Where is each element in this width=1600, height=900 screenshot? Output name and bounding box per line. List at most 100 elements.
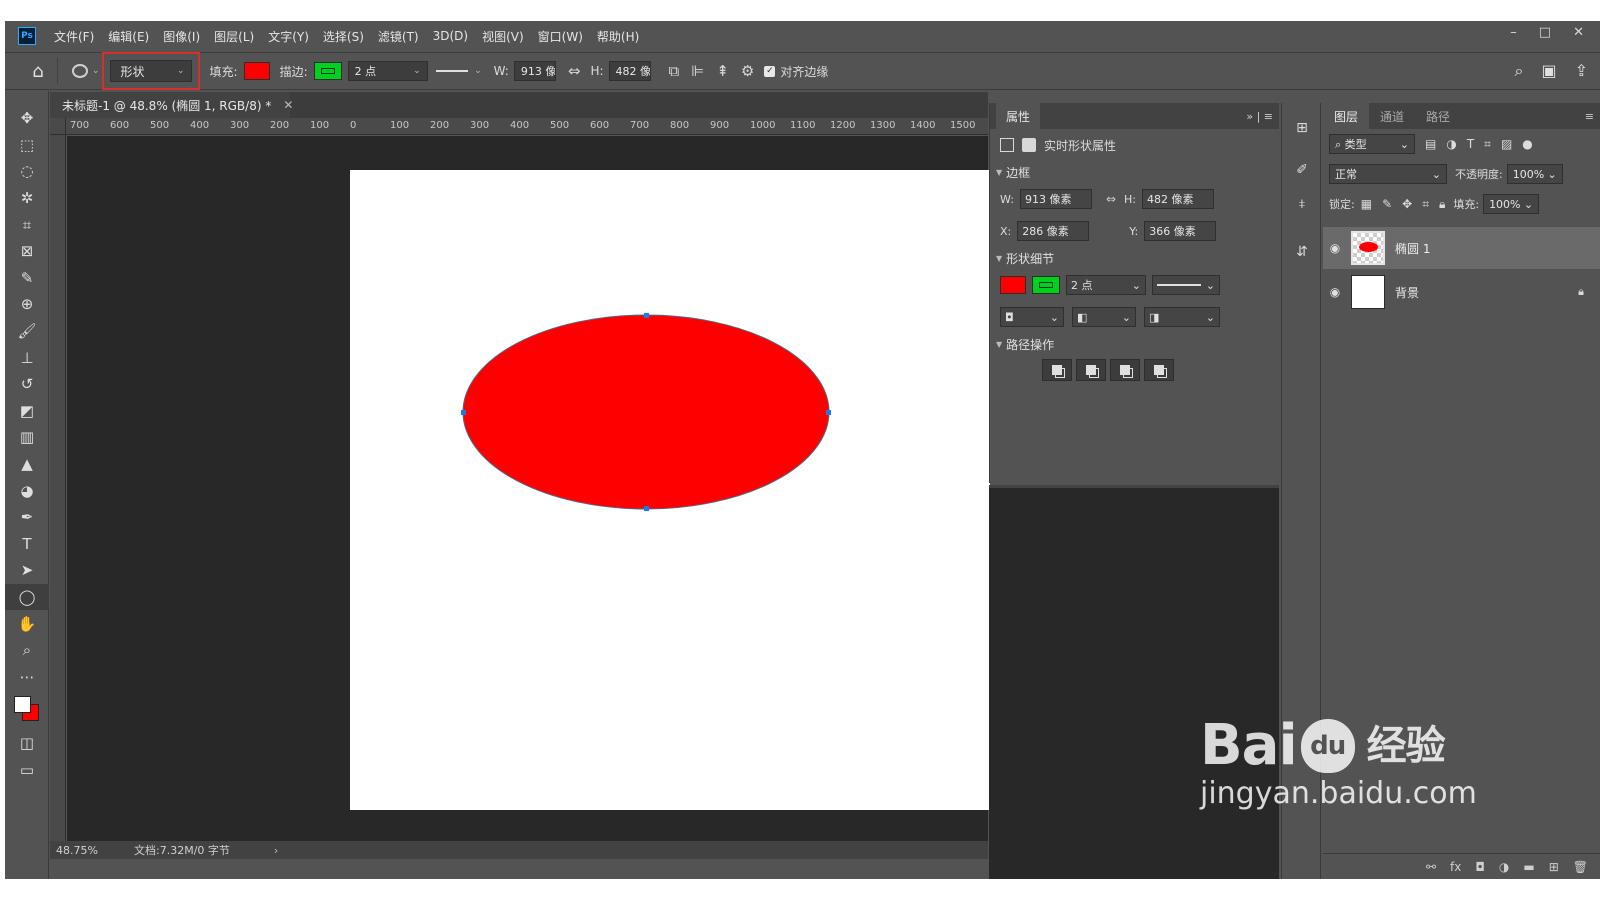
status-menu-arrow[interactable]: › [274, 844, 278, 857]
eraser-tool-icon[interactable]: ◩ [5, 398, 49, 425]
lock-all-icon[interactable]: 🔒︎ [1439, 197, 1445, 212]
menu-filter[interactable]: 滤镜(T) [378, 28, 419, 45]
menu-type[interactable]: 文字(Y) [268, 28, 309, 45]
shape-bounds-icon[interactable] [1000, 138, 1014, 152]
stroke-align-select[interactable]: ◘ ⌄ [1000, 307, 1064, 327]
menu-file[interactable]: 文件(F) [54, 28, 94, 45]
path-operations-section-header[interactable]: ▼ 路径操作 [990, 333, 1279, 355]
lock-icon[interactable]: 🔒︎ [1578, 285, 1584, 299]
close-window-button[interactable]: ✕ [1573, 25, 1584, 40]
layer-row-ellipse[interactable]: ◉ 椭圆 1 [1323, 227, 1600, 269]
minimize-button[interactable]: – [1510, 25, 1517, 40]
exclude-shapes-button[interactable] [1144, 359, 1174, 381]
close-icon[interactable]: ✕ [283, 98, 293, 112]
x-field[interactable]: 286 像素 [1017, 221, 1090, 241]
shape-stroke-swatch[interactable] [1032, 276, 1060, 294]
home-icon[interactable]: ⌂ [27, 60, 49, 82]
panel-menu-icon[interactable]: ≡ [1585, 110, 1594, 123]
shape-stroke-width-input[interactable]: 2 点 ⌄ [1066, 275, 1146, 295]
filter-adjustment-icon[interactable]: ◑ [1446, 137, 1456, 151]
ellipse-shape[interactable] [462, 314, 830, 510]
menu-help[interactable]: 帮助(H) [597, 28, 639, 45]
bounds-section-header[interactable]: ▼ 边框 [990, 161, 1279, 183]
maximize-button[interactable]: □ [1539, 25, 1551, 40]
mask-icon[interactable]: ◘ [1475, 860, 1485, 874]
tab-layers[interactable]: 图层 [1323, 103, 1370, 129]
shape-details-section-header[interactable]: ▼ 形状细节 [990, 247, 1279, 269]
path-operations-icon[interactable]: ⧉ [669, 62, 680, 80]
zoom-level[interactable]: 48.75% [50, 844, 110, 857]
filter-shape-icon[interactable]: ⌗ [1484, 137, 1491, 152]
share-icon[interactable]: ⇪ [1575, 61, 1588, 81]
tab-paths[interactable]: 路径 [1415, 103, 1461, 129]
combine-shapes-button[interactable] [1042, 359, 1072, 381]
panel-menu-icon[interactable]: » | ≡ [1246, 110, 1273, 123]
history-icon[interactable]: ⇵ [1282, 235, 1322, 269]
menu-image[interactable]: 图像(I) [163, 28, 200, 45]
shape-fill-swatch[interactable] [1000, 276, 1026, 294]
new-layer-icon[interactable]: ⊞ [1549, 860, 1559, 874]
lock-position-icon[interactable]: ✥ [1402, 197, 1412, 211]
menu-window[interactable]: 窗口(W) [538, 28, 583, 45]
align-edges-checkbox[interactable]: ✓ [764, 65, 776, 77]
width-field[interactable]: 913 像素 [1019, 189, 1092, 209]
tool-mode-select[interactable]: 形状 ⌄ [101, 52, 200, 90]
screen-mode-icon[interactable]: ▭ [5, 757, 49, 784]
link-icon[interactable]: ⚯ [1426, 860, 1436, 874]
workspace-icon[interactable]: ▣ [1541, 61, 1556, 81]
menu-edit[interactable]: 编辑(E) [108, 28, 149, 45]
stamp-tool-icon[interactable]: ⊥ [5, 344, 49, 371]
layer-filter-select[interactable]: ⌕ 类型 ⌄ [1329, 134, 1415, 154]
history-brush-tool-icon[interactable]: ↺ [5, 371, 49, 398]
zoom-tool-icon[interactable]: ⌕ [5, 637, 49, 664]
lock-transparency-icon[interactable]: ▦ [1361, 197, 1372, 211]
document-tab[interactable]: 未标题-1 @ 48.8% (椭圆 1, RGB/8) * ✕ [50, 92, 293, 118]
gear-icon[interactable]: ⚙ [741, 62, 754, 80]
fx-icon[interactable]: fx [1450, 860, 1461, 874]
layer-row-background[interactable]: ◉ 背景 🔒︎ [1323, 271, 1600, 313]
filter-pixel-icon[interactable]: ▤ [1425, 137, 1436, 151]
blur-tool-icon[interactable]: ▲ [5, 451, 49, 478]
lasso-tool-icon[interactable]: ◌ [5, 158, 49, 185]
anchor-point-left[interactable] [461, 410, 466, 415]
y-field[interactable]: 366 像素 [1144, 221, 1217, 241]
width-input[interactable]: 913 像素 [513, 61, 556, 81]
stroke-cap-select[interactable]: ◧ ⌄ [1072, 307, 1136, 327]
menu-select[interactable]: 选择(S) [323, 28, 364, 45]
document-canvas[interactable] [350, 170, 990, 810]
lock-artboard-icon[interactable]: ⌗ [1422, 197, 1429, 212]
anchor-point-bottom[interactable] [644, 506, 649, 511]
brush-tool-icon[interactable]: 🖌 [5, 318, 49, 345]
magic-wand-tool-icon[interactable]: ✲ [5, 185, 49, 212]
shape-stroke-type-select[interactable]: ⌄ [1152, 275, 1220, 295]
foreground-color-swatch[interactable] [14, 696, 31, 714]
folder-icon[interactable]: ▬ [1523, 860, 1534, 874]
ellipse-tool-icon[interactable]: ◯ [5, 583, 49, 611]
link-icon[interactable]: ⇔ [1106, 192, 1116, 206]
healing-brush-tool-icon[interactable]: ⊕ [5, 291, 49, 318]
frame-tool-icon[interactable]: ⊠ [5, 238, 49, 265]
ellipse-tool-preset-icon[interactable] [72, 64, 88, 78]
height-input[interactable]: 482 像素 [608, 61, 651, 81]
filter-toggle-icon[interactable]: ● [1522, 137, 1532, 151]
path-selection-tool-icon[interactable]: ➤ [5, 557, 49, 584]
adjustments-icon[interactable]: ⧧ [1282, 187, 1322, 221]
anchor-point-top[interactable] [644, 313, 649, 318]
lock-pixels-icon[interactable]: ✎ [1382, 197, 1392, 211]
tab-properties[interactable]: 属性 [996, 103, 1041, 129]
link-icon[interactable]: ⇔ [568, 62, 581, 80]
filter-smart-object-icon[interactable]: ▨ [1501, 137, 1512, 151]
path-alignment-icon[interactable]: ⊫ [691, 62, 704, 80]
libraries-icon[interactable]: ⊞ [1282, 111, 1322, 145]
path-arrangement-icon[interactable]: ⇞ [716, 62, 729, 80]
intersect-shapes-button[interactable] [1110, 359, 1140, 381]
gradient-tool-icon[interactable]: ▥ [5, 424, 49, 451]
tab-channels[interactable]: 通道 [1369, 103, 1415, 129]
stroke-width-input[interactable]: 2 点 ⌄ [347, 61, 428, 81]
quick-mask-icon[interactable]: ◫ [5, 730, 49, 757]
blend-mode-select[interactable]: 正常 ⌄ [1329, 164, 1447, 184]
search-icon[interactable]: ⌕ [1515, 61, 1524, 81]
anchor-point-right[interactable] [826, 410, 831, 415]
dodge-tool-icon[interactable]: ◕ [5, 477, 49, 504]
pen-tool-icon[interactable]: ✒ [5, 504, 49, 531]
